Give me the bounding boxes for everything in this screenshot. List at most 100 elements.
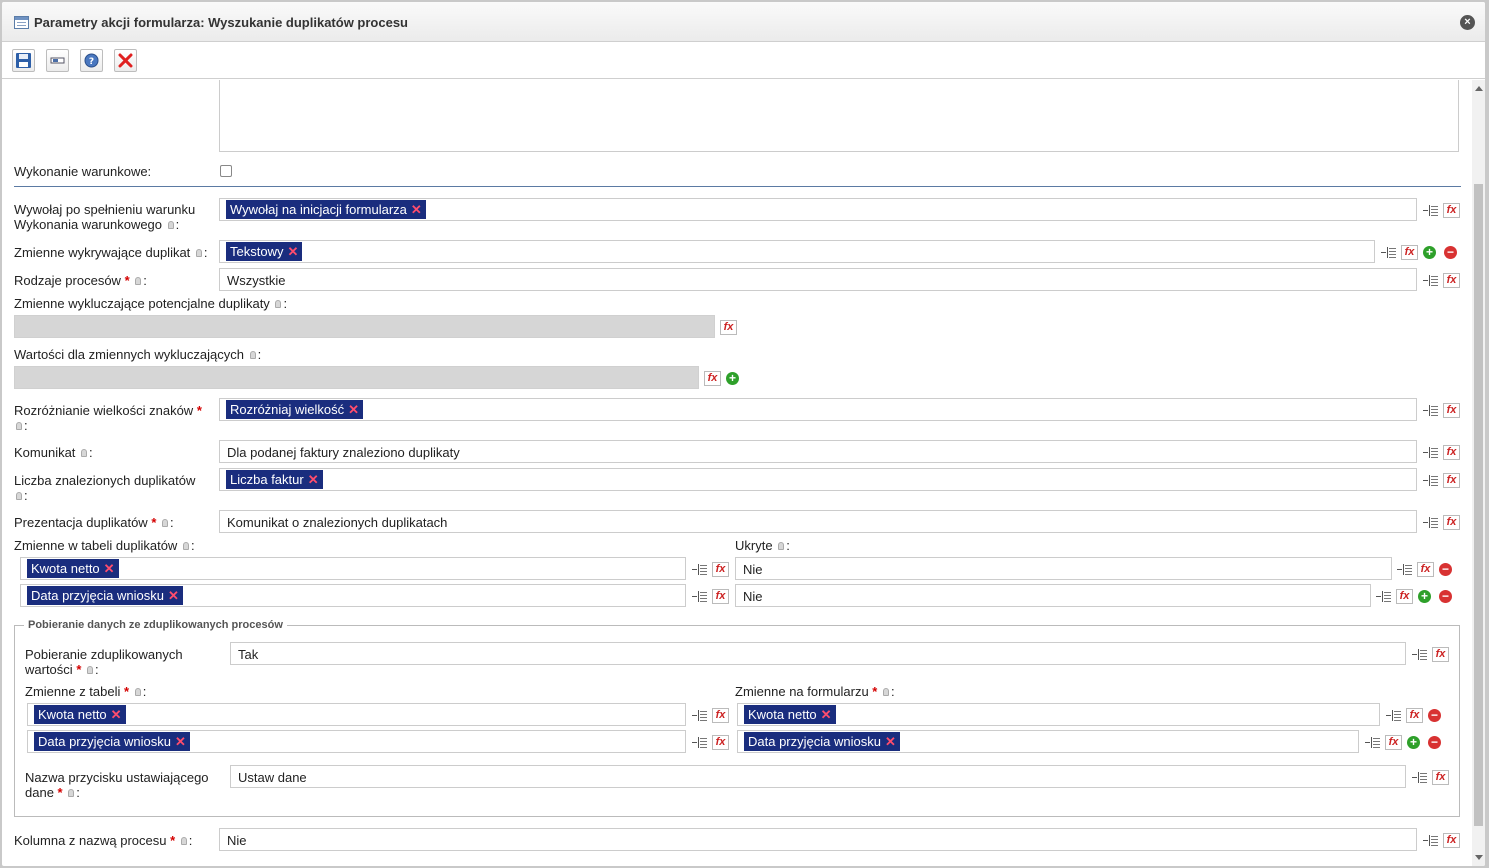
remove-tag-icon[interactable]: ✕ — [821, 707, 832, 722]
function-icon[interactable]: fx — [1443, 203, 1460, 218]
case-field[interactable]: Rozróżniaj wielkość ✕ — [219, 398, 1417, 421]
function-icon[interactable]: fx — [1406, 708, 1423, 723]
pres-field[interactable]: Komunikat o znalezionych duplikatach — [219, 510, 1417, 533]
function-icon[interactable]: fx — [1385, 735, 1402, 750]
map-list-icon[interactable] — [691, 708, 708, 723]
from-field[interactable]: Kwota netto ✕ — [27, 703, 686, 726]
remove-tag-icon[interactable]: ✕ — [287, 244, 298, 259]
bulb-icon — [162, 519, 169, 527]
map-list-icon[interactable] — [1411, 647, 1428, 662]
remove-tag-icon[interactable]: ✕ — [111, 707, 122, 722]
map-list-icon[interactable] — [1422, 445, 1439, 460]
function-icon[interactable]: fx — [1443, 445, 1460, 460]
function-icon[interactable]: fx — [712, 562, 729, 577]
excl-values-field[interactable] — [14, 366, 699, 389]
map-list-icon[interactable] — [1385, 708, 1402, 723]
call-field[interactable]: Wywołaj na inicjacji formularza ✕ — [219, 198, 1417, 221]
map-list-icon[interactable] — [1380, 245, 1397, 260]
msg-field[interactable]: Dla podanej faktury znaleziono duplikaty — [219, 440, 1417, 463]
field-button[interactable] — [46, 49, 69, 72]
hidden-field[interactable]: Nie — [735, 584, 1371, 607]
hidden-field[interactable]: Nie — [735, 557, 1392, 580]
scroll-down-icon[interactable] — [1475, 855, 1483, 860]
description-textarea[interactable] — [219, 80, 1459, 152]
cancel-button[interactable] — [114, 49, 137, 72]
map-list-icon[interactable] — [1422, 833, 1439, 848]
map-list-icon[interactable] — [1422, 403, 1439, 418]
plus-circle-icon[interactable]: + — [726, 372, 739, 385]
remove-tag-icon[interactable]: ✕ — [308, 472, 319, 487]
function-icon[interactable]: fx — [1417, 562, 1434, 577]
close-icon[interactable]: × — [1460, 15, 1475, 30]
function-icon[interactable]: fx — [1432, 770, 1449, 785]
function-icon[interactable]: fx — [720, 320, 737, 335]
function-icon[interactable]: fx — [712, 589, 729, 604]
to-field[interactable]: Kwota netto ✕ — [737, 703, 1380, 726]
function-icon[interactable]: fx — [704, 371, 721, 386]
btn-name-field[interactable]: Ustaw dane — [230, 765, 1406, 788]
colname-field[interactable]: Nie — [219, 828, 1417, 851]
map-list-icon[interactable] — [691, 589, 708, 604]
bulb-icon — [87, 666, 93, 674]
minus-circle-icon[interactable]: − — [1428, 709, 1441, 722]
case-label: Rozróżnianie wielkości znaków *: — [14, 403, 202, 433]
fetch-field[interactable]: Tak — [230, 642, 1406, 665]
title-bar[interactable]: Parametry akcji formularza: Wyszukanie d… — [2, 2, 1485, 42]
save-button[interactable] — [12, 49, 35, 72]
bulb-icon — [135, 277, 142, 285]
function-icon[interactable]: fx — [712, 735, 729, 750]
function-icon[interactable]: fx — [1443, 473, 1460, 488]
map-list-icon[interactable] — [1422, 273, 1439, 288]
remove-tag-icon[interactable]: ✕ — [168, 588, 179, 603]
tablevar-field[interactable]: Kwota netto ✕ — [20, 557, 686, 580]
plus-circle-icon[interactable]: + — [1407, 736, 1420, 749]
function-icon[interactable]: fx — [1396, 589, 1413, 604]
map-list-icon[interactable] — [691, 562, 708, 577]
remove-tag-icon[interactable]: ✕ — [411, 202, 422, 217]
map-list-icon[interactable] — [1422, 473, 1439, 488]
plus-circle-icon[interactable]: + — [1418, 590, 1431, 603]
to-label: Zmienne na formularzu * : — [735, 684, 895, 699]
bulb-icon — [275, 300, 282, 308]
count-field[interactable]: Liczba faktur ✕ — [219, 468, 1417, 491]
remove-tag-icon[interactable]: ✕ — [175, 734, 186, 749]
scroll-up-icon[interactable] — [1475, 86, 1483, 91]
minus-circle-icon[interactable]: − — [1439, 590, 1452, 603]
function-icon[interactable]: fx — [1432, 647, 1449, 662]
function-icon[interactable]: fx — [1401, 245, 1418, 260]
minus-circle-icon[interactable]: − — [1439, 563, 1452, 576]
svg-text:?: ? — [89, 57, 94, 67]
table-icon — [14, 16, 29, 29]
map-list-icon[interactable] — [1422, 515, 1439, 530]
tablevar-field[interactable]: Data przyjęcia wniosku ✕ — [20, 584, 686, 607]
from-field[interactable]: Data przyjęcia wniosku ✕ — [27, 730, 686, 753]
scroll-thumb[interactable] — [1474, 184, 1483, 826]
map-list-icon[interactable] — [1364, 735, 1381, 750]
types-field[interactable]: Wszystkie — [219, 268, 1417, 291]
map-list-icon[interactable] — [1375, 589, 1392, 604]
map-list-icon[interactable] — [1411, 770, 1428, 785]
pres-label: Prezentacja duplikatów * : — [14, 515, 174, 530]
conditional-checkbox[interactable] — [220, 165, 232, 177]
red-x-icon — [118, 53, 133, 68]
detect-field[interactable]: Tekstowy ✕ — [219, 240, 1375, 263]
remove-tag-icon[interactable]: ✕ — [348, 402, 359, 417]
function-icon[interactable]: fx — [1443, 403, 1460, 418]
vertical-scrollbar[interactable] — [1472, 80, 1485, 866]
minus-circle-icon[interactable]: − — [1428, 736, 1441, 749]
remove-tag-icon[interactable]: ✕ — [885, 734, 896, 749]
btn-name-label: Nazwa przycisku ustawiającego dane * : — [25, 770, 209, 800]
plus-circle-icon[interactable]: + — [1423, 246, 1436, 259]
function-icon[interactable]: fx — [1443, 273, 1460, 288]
help-button[interactable]: ? — [80, 49, 103, 72]
minus-circle-icon[interactable]: − — [1444, 246, 1457, 259]
function-icon[interactable]: fx — [1443, 515, 1460, 530]
function-icon[interactable]: fx — [712, 708, 729, 723]
remove-tag-icon[interactable]: ✕ — [104, 561, 115, 576]
function-icon[interactable]: fx — [1443, 833, 1460, 848]
map-list-icon[interactable] — [1396, 562, 1413, 577]
map-list-icon[interactable] — [1422, 203, 1439, 218]
excl-field[interactable] — [14, 315, 715, 338]
map-list-icon[interactable] — [691, 735, 708, 750]
to-field[interactable]: Data przyjęcia wniosku ✕ — [737, 730, 1359, 753]
